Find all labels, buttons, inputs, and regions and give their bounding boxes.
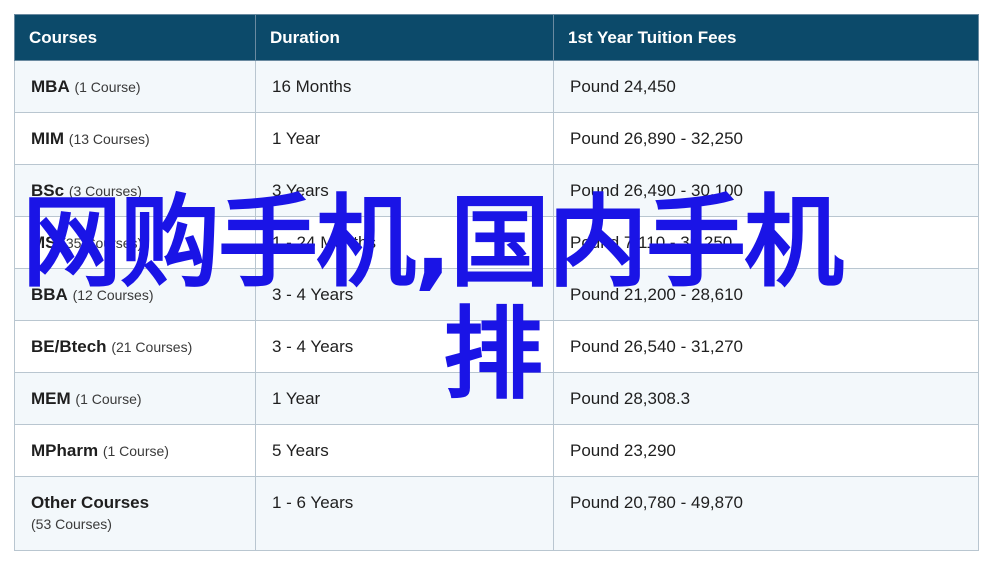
page: Courses Duration 1st Year Tuition Fees M… [0,0,993,570]
course-count: (3 Courses) [68,182,142,199]
fee-cell: Pound 23,290 [553,424,979,477]
column-header-fees: 1st Year Tuition Fees [553,14,979,61]
column-header-courses: Courses [14,14,256,61]
table-row: BE/Btech (21 Courses) 3 - 4 Years Pound … [14,320,979,373]
duration-cell: 3 - 4 Years [255,268,554,321]
tuition-fees-table: Courses Duration 1st Year Tuition Fees M… [14,14,979,551]
course-count: (12 Courses) [72,286,154,303]
duration-cell: 1 - 24 Months [255,216,554,269]
course-cell: MIM (13 Courses) [14,112,256,165]
column-header-duration: Duration [255,14,554,61]
table-row: MIM (13 Courses) 1 Year Pound 26,890 - 3… [14,112,979,165]
duration-cell: 5 Years [255,424,554,477]
course-name: MS [31,232,57,252]
fee-cell: Pound 26,540 - 31,270 [553,320,979,373]
course-cell: MEM (1 Course) [14,372,256,425]
course-cell: BBA (12 Courses) [14,268,256,321]
course-name: BE/Btech [31,336,107,356]
table-row: BSc (3 Courses) 3 Years Pound 26,490 - 3… [14,164,979,217]
course-cell: MPharm (1 Course) [14,424,256,477]
table-row: BBA (12 Courses) 3 - 4 Years Pound 21,20… [14,268,979,321]
course-name: BBA [31,284,68,304]
table-row: Other Courses (53 Courses) 1 - 6 Years Po… [14,476,979,551]
course-count: (35 Courses) [61,234,143,251]
course-count: (1 Course) [75,390,142,407]
course-name: MBA [31,76,70,96]
duration-cell: 16 Months [255,60,554,113]
course-cell: BSc (3 Courses) [14,164,256,217]
table-row: MS (35 Courses) 1 - 24 Months Pound 7,11… [14,216,979,269]
fee-cell: Pound 20,780 - 49,870 [553,476,979,551]
fee-cell: Pound 21,200 - 28,610 [553,268,979,321]
table-row: MEM (1 Course) 1 Year Pound 28,308.3 [14,372,979,425]
course-count: (1 Course) [102,442,169,459]
duration-cell: 1 Year [255,372,554,425]
course-cell: MS (35 Courses) [14,216,256,269]
duration-cell: 1 Year [255,112,554,165]
fee-cell: Pound 7,110 - 32,250 [553,216,979,269]
table-row: MPharm (1 Course) 5 Years Pound 23,290 [14,424,979,477]
course-cell: BE/Btech (21 Courses) [14,320,256,373]
fee-cell: Pound 26,490 - 30,100 [553,164,979,217]
course-name: MIM [31,128,65,148]
course-name: MEM [31,388,71,408]
fee-cell: Pound 24,450 [553,60,979,113]
course-name: Other Courses [31,493,150,512]
course-name: MPharm [31,440,99,460]
course-cell: Other Courses (53 Courses) [14,476,256,551]
course-name: BSc [31,180,65,200]
course-cell: MBA (1 Course) [14,60,256,113]
duration-cell: 1 - 6 Years [255,476,554,551]
duration-cell: 3 Years [255,164,554,217]
table-header-row: Courses Duration 1st Year Tuition Fees [14,14,979,61]
fee-cell: Pound 28,308.3 [553,372,979,425]
duration-cell: 3 - 4 Years [255,320,554,373]
course-count: (1 Course) [74,78,141,95]
course-count: (13 Courses) [68,130,150,147]
course-count: (53 Courses) [31,516,112,532]
table-row: MBA (1 Course) 16 Months Pound 24,450 [14,60,979,113]
course-count: (21 Courses) [111,338,193,355]
fee-cell: Pound 26,890 - 32,250 [553,112,979,165]
